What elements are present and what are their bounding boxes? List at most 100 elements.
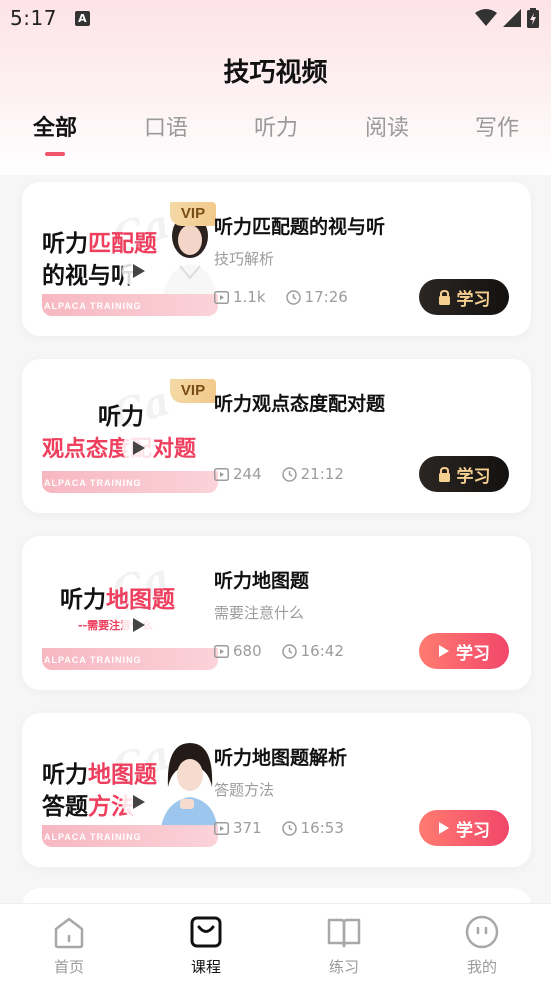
tab-writing[interactable]: 写作 <box>447 110 547 142</box>
duration-value: 21:12 <box>300 465 344 483</box>
duration: 21:12 <box>281 465 344 483</box>
video-title[interactable]: 听力地图题 <box>214 566 309 593</box>
study-button-label: 学习 <box>456 289 491 310</box>
battery-charging-icon <box>527 8 539 28</box>
nav-label: 我的 <box>466 958 497 976</box>
nav-label: 首页 <box>53 958 84 976</box>
video-meta: 244 21:12 <box>214 465 364 483</box>
video-card[interactable]: Ca 听力地图题 --需要注意什么 ALPACA TRAINING 听力地图题 … <box>22 536 531 690</box>
tab-listening[interactable]: 听力 <box>226 110 326 142</box>
nav-label: 课程 <box>190 958 221 976</box>
wifi-icon <box>475 9 497 26</box>
duration-value: 16:42 <box>300 642 344 660</box>
video-title[interactable]: 听力匹配题的视与听 <box>214 212 385 239</box>
video-card[interactable]: Ca 听力地图题 答题方法 ALPACA TRAINING 听力地图题解析 答题… <box>22 713 531 867</box>
presenter-photo <box>160 743 218 833</box>
thumbnail-text: 听力 <box>60 587 106 613</box>
page-title: 技巧视频 <box>223 58 328 88</box>
play-count-icon <box>214 644 229 658</box>
nav-mine[interactable]: 我的 <box>442 914 522 977</box>
play-icon[interactable] <box>122 608 156 642</box>
thumbnail-footer: ALPACA TRAINING <box>42 825 218 847</box>
study-button-label: 学习 <box>456 643 490 664</box>
course-bag-icon <box>190 916 222 948</box>
video-meta: 371 16:53 <box>214 819 364 837</box>
play-count-icon <box>214 290 229 304</box>
book-icon <box>327 918 361 948</box>
duration-value: 16:53 <box>300 819 344 837</box>
video-meta: 680 16:42 <box>214 642 364 660</box>
video-card-partial[interactable] <box>22 888 531 903</box>
play-icon[interactable] <box>122 785 156 819</box>
nav-course[interactable]: 课程 <box>166 914 246 977</box>
video-subtitle: 需要注意什么 <box>214 604 305 622</box>
clock-icon <box>281 466 297 482</box>
duration: 16:42 <box>281 642 344 660</box>
thumbnail-text: 观点态度配对题 <box>42 437 197 462</box>
lock-icon <box>438 466 450 482</box>
vip-badge: VIP <box>170 202 216 226</box>
tab-label: 全部 <box>32 116 77 141</box>
active-tab-indicator <box>45 152 65 156</box>
views-value: 1.1k <box>233 288 266 306</box>
category-tabs: 全部 口语 听力 阅读 写作 <box>0 110 551 162</box>
tab-label: 阅读 <box>364 116 409 141</box>
clock-icon <box>281 643 297 659</box>
profile-face-icon <box>465 915 499 949</box>
video-title[interactable]: 听力观点态度配对题 <box>214 389 385 416</box>
video-card[interactable]: Ca 听力 观点态度配对题 ALPACA TRAINING VIP 听力观点态度… <box>22 359 531 513</box>
thumbnail-text: 地图题 <box>88 762 157 788</box>
brand-label: ALPACA TRAINING <box>44 655 142 665</box>
video-card[interactable]: Ca 听力匹配题 的视与听 ALPACA TRAINING VIP 听力匹配题的… <box>22 182 531 336</box>
video-list[interactable]: Ca 听力匹配题 的视与听 ALPACA TRAINING VIP 听力匹配题的… <box>0 163 551 903</box>
play-icon[interactable] <box>122 254 156 288</box>
play-triangle-icon <box>439 822 449 834</box>
tab-all[interactable]: 全部 <box>5 110 105 156</box>
video-title[interactable]: 听力地图题解析 <box>214 743 347 770</box>
video-thumbnail[interactable]: Ca 听力地图题 答题方法 ALPACA TRAINING <box>42 733 218 847</box>
duration-value: 17:26 <box>304 288 348 306</box>
study-button[interactable]: 学习 <box>419 279 509 315</box>
play-count-icon <box>214 467 229 481</box>
thumbnail-footer: ALPACA TRAINING <box>42 648 218 670</box>
play-triangle-icon <box>439 645 449 657</box>
study-button-label: 学习 <box>456 820 490 841</box>
status-time: 5:17 <box>10 6 57 30</box>
video-thumbnail[interactable]: Ca 听力地图题 --需要注意什么 ALPACA TRAINING <box>42 556 218 670</box>
nav-home[interactable]: 首页 <box>29 914 109 977</box>
tab-reading[interactable]: 阅读 <box>337 110 437 142</box>
nav-practice[interactable]: 练习 <box>304 914 384 977</box>
clock-icon <box>285 289 301 305</box>
nav-label: 练习 <box>328 958 359 976</box>
views-count: 1.1k <box>214 288 266 306</box>
play-icon[interactable] <box>122 431 156 465</box>
tab-label: 写作 <box>474 116 519 141</box>
brand-label: ALPACA TRAINING <box>44 301 142 311</box>
brand-label: ALPACA TRAINING <box>44 832 142 842</box>
bottom-nav: 首页 课程 练习 我的 <box>0 903 551 981</box>
study-button[interactable]: 学习 <box>419 810 509 846</box>
thumbnail-text: 听力 <box>98 404 144 430</box>
views-value: 680 <box>233 642 262 660</box>
home-icon <box>54 917 84 949</box>
play-count-icon <box>214 821 229 835</box>
thumbnail-text: 听力 <box>42 762 88 788</box>
vip-badge: VIP <box>170 379 216 403</box>
thumbnail-text: 答题 <box>42 794 88 820</box>
views-count: 680 <box>214 642 262 660</box>
video-subtitle: 技巧解析 <box>214 250 275 268</box>
tab-speaking[interactable]: 口语 <box>116 110 216 142</box>
thumbnail-footer: ALPACA TRAINING <box>42 294 218 316</box>
brand-label: ALPACA TRAINING <box>44 478 142 488</box>
tab-label: 口语 <box>143 116 188 141</box>
study-button[interactable]: 学习 <box>419 456 509 492</box>
study-button-label: 学习 <box>456 466 491 487</box>
thumbnail-text: 的视与听 <box>42 263 134 289</box>
thumbnail-text: 听力 <box>42 231 88 257</box>
signal-icon <box>503 9 521 27</box>
duration: 17:26 <box>285 288 348 306</box>
video-subtitle: 答题方法 <box>214 781 275 799</box>
views-value: 371 <box>233 819 262 837</box>
status-bar: 5:17 A <box>0 0 551 36</box>
study-button[interactable]: 学习 <box>419 633 509 669</box>
